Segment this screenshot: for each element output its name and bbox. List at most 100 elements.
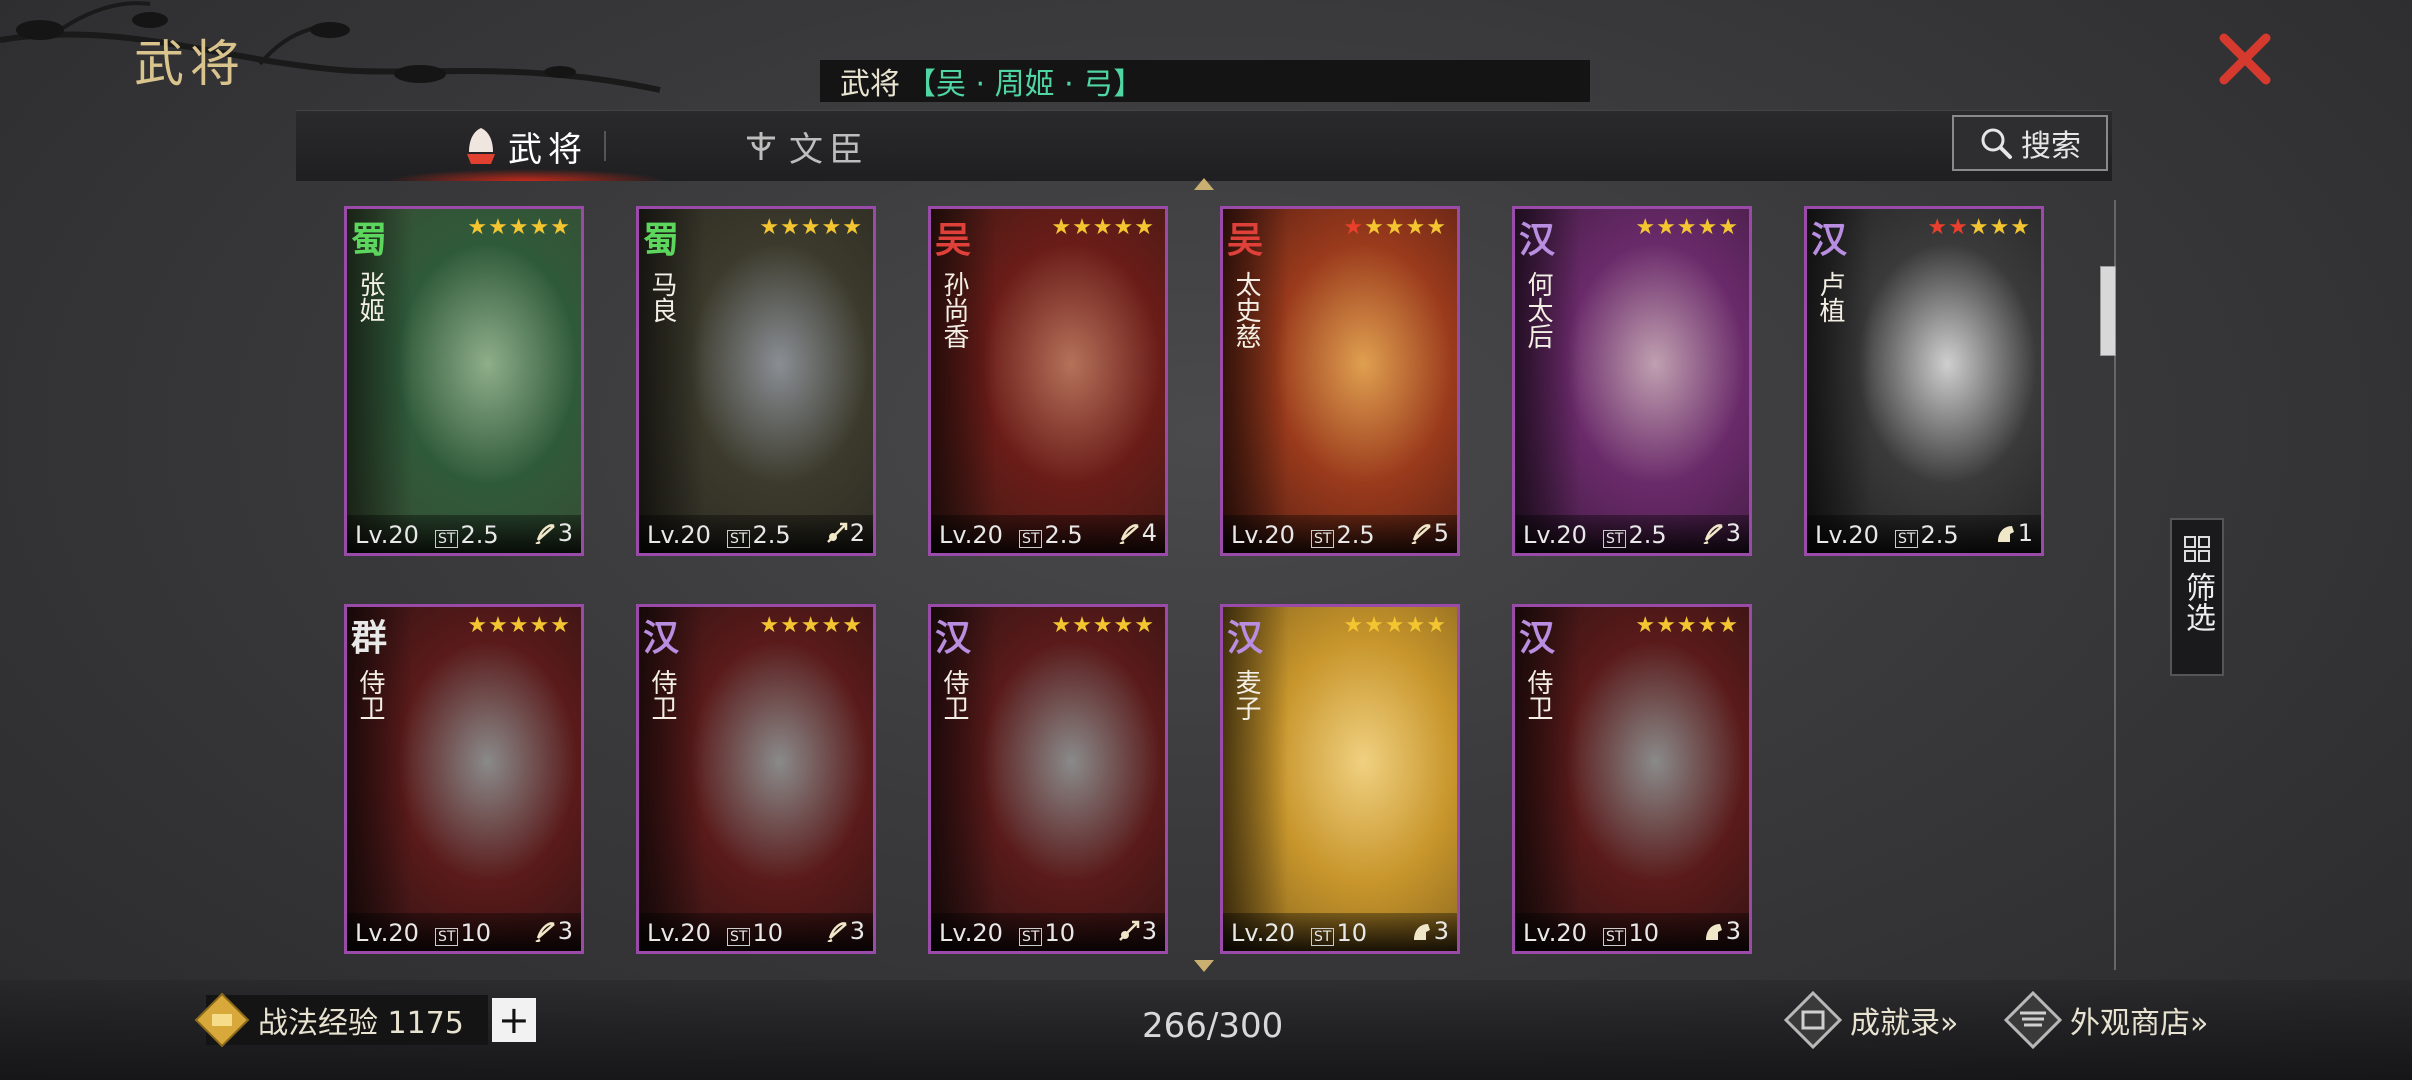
filter-button[interactable]: 筛选 xyxy=(2170,518,2224,676)
star-icon: ★ xyxy=(780,215,801,240)
card-stats: Lv.20 ST 2.5 5 xyxy=(1223,515,1457,553)
unit-type: 2 xyxy=(826,519,865,547)
star-rating: ★★★★★ xyxy=(1051,215,1155,240)
star-icon: ★ xyxy=(1051,215,1073,240)
tab-generals[interactable]: 武将 xyxy=(386,111,666,181)
search-button[interactable]: 搜索 xyxy=(1952,115,2108,171)
general-card[interactable]: 吴太史慈 ★★★★★ Lv.20 ST 2.5 5 xyxy=(1220,206,1460,556)
star-rating: ★★★★★ xyxy=(1343,613,1447,638)
helmet-icon xyxy=(467,128,495,164)
general-card[interactable]: 汉麦子 ★★★★★ Lv.20 ST 10 3 xyxy=(1220,604,1460,954)
cost-value: 10 xyxy=(460,919,491,947)
star-icon: ★ xyxy=(1405,215,1427,240)
star-icon: ★ xyxy=(1113,613,1135,638)
card-stats: Lv.20 ST 2.5 3 xyxy=(1515,515,1749,553)
scrollbar-thumb[interactable] xyxy=(2100,266,2116,356)
cost-label: ST 10 xyxy=(1019,919,1075,947)
spear-icon xyxy=(1118,920,1139,941)
unit-type: 3 xyxy=(534,519,573,547)
general-card[interactable]: 群侍卫 ★★★★★ Lv.20 ST 10 3 xyxy=(344,604,584,954)
general-card[interactable]: 汉侍卫 ★★★★★ Lv.20 ST 10 3 xyxy=(636,604,876,954)
star-icon: ★ xyxy=(821,613,843,638)
star-rating: ★★★★★ xyxy=(467,215,571,240)
achievements-link[interactable]: 成就录» xyxy=(1784,990,1958,1050)
general-card[interactable]: 汉侍卫 ★★★★★ Lv.20 ST 10 3 xyxy=(928,604,1168,954)
faction-label: 汉 xyxy=(935,617,972,659)
star-icon: ★ xyxy=(488,215,509,240)
cost-value: 10 xyxy=(752,919,783,947)
cost-label: ST 10 xyxy=(435,919,491,947)
star-icon: ★ xyxy=(1051,613,1073,638)
star-icon: ★ xyxy=(550,613,571,638)
star-icon: ★ xyxy=(529,215,551,240)
general-card[interactable]: 汉侍卫 ★★★★★ Lv.20 ST 10 3 xyxy=(1512,604,1752,954)
level-label: Lv.20 xyxy=(1523,521,1587,549)
star-icon: ★ xyxy=(1343,613,1365,638)
card-stats: Lv.20 ST 10 3 xyxy=(639,913,873,951)
cost-value: 10 xyxy=(1044,919,1075,947)
tab-ministers[interactable]: 文臣 xyxy=(686,111,926,181)
card-stats: Lv.20 ST 10 3 xyxy=(1515,913,1749,951)
cost-icon: ST xyxy=(727,530,751,548)
add-exp-button[interactable]: + xyxy=(491,998,536,1042)
cost-icon: ST xyxy=(1895,530,1919,548)
faction-label: 吴 xyxy=(1227,219,1264,261)
general-name: 侍卫 xyxy=(647,669,677,721)
search-icon xyxy=(1981,128,2012,159)
star-icon: ★ xyxy=(1134,215,1155,240)
cost-value: 2.5 xyxy=(460,521,499,549)
level-label: Lv.20 xyxy=(1231,521,1295,549)
general-name: 何太后 xyxy=(1523,271,1553,349)
close-icon[interactable] xyxy=(2210,24,2280,94)
scroll-up-arrow-icon[interactable] xyxy=(1194,178,1214,190)
scroll-down-arrow-icon[interactable] xyxy=(1194,960,1214,972)
filter-label: 筛选 xyxy=(2180,572,2215,632)
cosmetic-shop-label: 外观商店» xyxy=(2070,1006,2209,1041)
marquee-highlight: 【吴 · 周姬 · 弓】 xyxy=(906,67,1144,102)
star-icon: ★ xyxy=(1948,215,1969,240)
general-card[interactable]: 蜀马良 ★★★★★ Lv.20 ST 2.5 2 xyxy=(636,206,876,556)
star-icon: ★ xyxy=(508,215,530,240)
unit-count: 3 xyxy=(849,917,865,945)
cosmetic-shop-link[interactable]: 外观商店» xyxy=(2004,990,2208,1050)
cost-icon: ST xyxy=(435,928,459,946)
star-icon: ★ xyxy=(1968,215,1990,240)
star-rating: ★★★★★ xyxy=(467,613,571,638)
faction-label: 吴 xyxy=(935,219,972,261)
unit-count: 5 xyxy=(1433,519,1449,547)
general-card[interactable]: 蜀张姬 ★★★★★ Lv.20 ST 2.5 3 xyxy=(344,206,584,556)
star-icon: ★ xyxy=(1072,613,1093,638)
star-icon: ★ xyxy=(1092,215,1114,240)
unit-count: 3 xyxy=(557,917,573,945)
cost-label: ST 10 xyxy=(727,919,783,947)
card-stats: Lv.20 ST 10 3 xyxy=(1223,913,1457,951)
faction-label: 蜀 xyxy=(351,219,388,261)
tab-divider xyxy=(604,131,606,161)
unit-count: 3 xyxy=(1725,519,1741,547)
unit-type: 3 xyxy=(826,917,865,945)
general-name: 侍卫 xyxy=(1523,669,1553,721)
card-stats: Lv.20 ST 2.5 2 xyxy=(639,515,873,553)
general-card[interactable]: 汉卢植 ★★★★★ Lv.20 ST 2.5 1 xyxy=(1804,206,2044,556)
cost-label: ST 2.5 xyxy=(1311,521,1375,549)
general-name: 侍卫 xyxy=(939,669,969,721)
star-icon: ★ xyxy=(842,215,863,240)
unit-type: 3 xyxy=(1702,917,1741,945)
star-icon: ★ xyxy=(1364,215,1385,240)
cost-value: 10 xyxy=(1628,919,1659,947)
star-icon: ★ xyxy=(2010,215,2031,240)
general-card[interactable]: 吴孙尚香 ★★★★★ Lv.20 ST 2.5 4 xyxy=(928,206,1168,556)
cost-value: 2.5 xyxy=(1044,521,1083,549)
general-name: 马良 xyxy=(647,271,677,323)
achievements-label: 成就录» xyxy=(1850,1006,1959,1041)
horse-icon xyxy=(1997,526,2014,542)
general-card[interactable]: 汉何太后 ★★★★★ Lv.20 ST 2.5 3 xyxy=(1512,206,1752,556)
shop-icon xyxy=(2004,991,2062,1049)
star-icon: ★ xyxy=(1656,613,1677,638)
card-stats: Lv.20 ST 2.5 1 xyxy=(1807,515,2041,553)
unit-type: 3 xyxy=(1702,519,1741,547)
star-icon: ★ xyxy=(1635,215,1657,240)
level-label: Lv.20 xyxy=(939,521,1003,549)
general-name: 太史慈 xyxy=(1231,271,1261,349)
star-icon: ★ xyxy=(508,613,530,638)
